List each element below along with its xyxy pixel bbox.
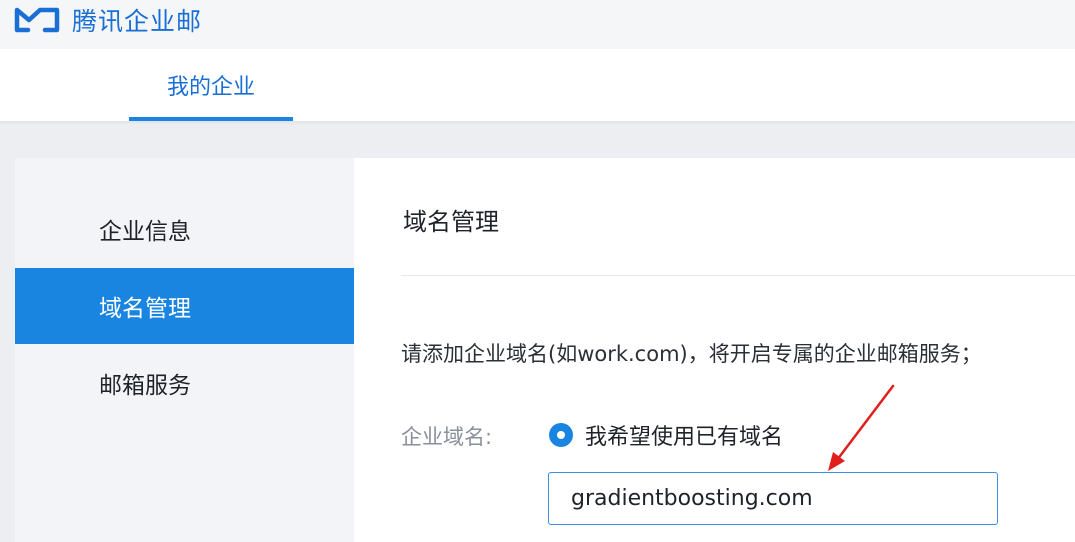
brand-name: 腾讯企业邮 bbox=[72, 7, 203, 36]
tencent-exmail-logo-icon bbox=[14, 7, 60, 33]
sidebar-item-label: 邮箱服务 bbox=[99, 373, 191, 399]
description-text: 请添加企业域名(如work.com)，将开启专属的企业邮箱服务； bbox=[401, 342, 982, 366]
tab-label: 我的企业 bbox=[166, 75, 255, 100]
settings-card: 企业信息 域名管理 邮箱服务 域名管理 请添加企业域名(如work.com)，将… bbox=[15, 158, 1075, 542]
radio-selected-icon[interactable] bbox=[549, 423, 573, 447]
content-panel: 域名管理 请添加企业域名(如work.com)，将开启专属的企业邮箱服务； 企业… bbox=[354, 158, 1075, 542]
tab-my-enterprise[interactable]: 我的企业 bbox=[129, 49, 293, 121]
top-header: 腾讯企业邮 bbox=[0, 0, 1075, 49]
sidebar-item-mailbox-service[interactable]: 邮箱服务 bbox=[15, 345, 354, 421]
sidebar-item-enterprise-info[interactable]: 企业信息 bbox=[15, 191, 354, 267]
divider bbox=[401, 275, 1075, 276]
page-title: 域名管理 bbox=[403, 208, 499, 236]
domain-field-label: 企业域名: bbox=[401, 425, 493, 449]
main-nav: 我的企业 bbox=[0, 49, 1075, 121]
sidebar-item-domain-management[interactable]: 域名管理 bbox=[15, 268, 354, 344]
sidebar: 企业信息 域名管理 邮箱服务 bbox=[15, 158, 354, 542]
logo[interactable]: 腾讯企业邮 bbox=[14, 4, 202, 36]
domain-input[interactable] bbox=[548, 472, 998, 525]
radio-label: 我希望使用已有域名 bbox=[585, 425, 784, 450]
radio-use-existing-domain[interactable]: 我希望使用已有域名 bbox=[549, 419, 783, 451]
sidebar-item-label: 域名管理 bbox=[99, 296, 191, 322]
sidebar-item-label: 企业信息 bbox=[99, 219, 191, 245]
active-tab-indicator bbox=[129, 117, 293, 121]
